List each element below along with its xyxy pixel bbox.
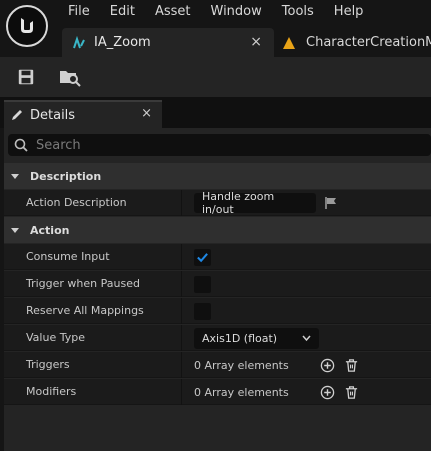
save-icon	[18, 69, 34, 85]
add-element-button[interactable]	[318, 383, 336, 401]
category-action[interactable]: Action	[4, 217, 431, 243]
property-value: 0 Array elements	[194, 352, 360, 378]
menu-window[interactable]: Window	[201, 2, 272, 22]
menu-asset[interactable]: Asset	[145, 2, 201, 22]
main-menu: File Edit Asset Window Tools Help	[58, 2, 373, 22]
chevron-down-icon	[11, 174, 19, 179]
clear-elements-button[interactable]	[342, 383, 360, 401]
input-action-icon	[73, 35, 85, 48]
property-value: Handle zoom in/out	[194, 190, 338, 216]
column-divider[interactable]	[181, 190, 182, 216]
column-divider[interactable]	[181, 271, 182, 297]
consume-input-checkbox[interactable]	[194, 248, 211, 266]
details-panel: Search Description Action Description Ha…	[4, 128, 431, 451]
property-row-modifiers: Modifiers 0 Array elements	[4, 379, 431, 405]
pencil-icon	[12, 110, 22, 120]
unreal-logo[interactable]	[6, 5, 48, 47]
value-type-dropdown[interactable]: Axis1D (float)	[194, 327, 319, 349]
property-value: Axis1D (float)	[194, 325, 319, 351]
category-description[interactable]: Description	[4, 163, 431, 189]
menu-file[interactable]: File	[58, 2, 100, 22]
tab-details[interactable]: Details ×	[4, 100, 162, 128]
property-label: Reserve All Mappings	[26, 304, 144, 317]
unreal-logo-mark	[21, 18, 33, 33]
search-input[interactable]: Search	[8, 134, 431, 156]
category-label: Action	[30, 223, 70, 237]
triggers-count: 0 Array elements	[194, 358, 289, 372]
property-label: Trigger when Paused	[26, 277, 140, 290]
action-description-field[interactable]: Handle zoom in/out	[194, 190, 316, 216]
search-icon	[14, 138, 28, 152]
property-label: Triggers	[26, 358, 70, 371]
reserve-all-mappings-checkbox[interactable]	[194, 302, 211, 320]
property-row-value-type: Value Type Axis1D (float)	[4, 325, 431, 351]
toolbar	[0, 57, 431, 97]
property-label: Action Description	[26, 196, 127, 209]
property-label: Consume Input	[26, 250, 110, 263]
property-row-action-description: Action Description Handle zoom in/out	[4, 190, 431, 216]
localization-flag-icon[interactable]	[324, 196, 338, 210]
tab-ia-zoom[interactable]: IA_Zoom ×	[62, 28, 274, 57]
property-value	[194, 271, 211, 297]
column-divider[interactable]	[181, 352, 182, 378]
menu-edit[interactable]: Edit	[100, 2, 145, 22]
menu-help[interactable]: Help	[324, 2, 374, 22]
chevron-down-icon	[11, 228, 19, 233]
trash-icon	[345, 358, 357, 372]
category-label: Description	[30, 169, 102, 183]
blueprint-warning-icon	[283, 36, 295, 49]
column-divider[interactable]	[181, 379, 182, 405]
plus-circle-icon	[320, 358, 334, 372]
property-value: 0 Array elements	[194, 379, 360, 405]
property-row-consume-input: Consume Input	[4, 244, 431, 270]
tab-character-creation[interactable]: CharacterCreationMa	[282, 28, 431, 57]
property-label: Modifiers	[26, 385, 77, 398]
column-divider[interactable]	[181, 244, 182, 270]
clear-elements-button[interactable]	[342, 356, 360, 374]
dropdown-value: Axis1D (float)	[202, 331, 278, 345]
property-value	[194, 244, 211, 270]
details-tab-label: Details	[30, 107, 76, 123]
tab-label: IA_Zoom	[94, 35, 151, 50]
trigger-when-paused-checkbox[interactable]	[194, 275, 211, 293]
menu-tools[interactable]: Tools	[272, 2, 324, 22]
checkmark-icon	[197, 252, 208, 262]
tab-label: CharacterCreationMa	[306, 35, 431, 50]
property-value	[194, 298, 211, 324]
browse-to-asset-icon	[60, 71, 81, 87]
property-label: Value Type	[26, 331, 85, 344]
property-row-trigger-when-paused: Trigger when Paused	[4, 271, 431, 297]
title-bar: File Edit Asset Window Tools Help IA_Zoo…	[0, 0, 431, 57]
property-row-reserve-all-mappings: Reserve All Mappings	[4, 298, 431, 324]
modifiers-count: 0 Array elements	[194, 385, 289, 399]
close-details-icon[interactable]: ×	[141, 106, 152, 121]
property-row-triggers: Triggers 0 Array elements	[4, 352, 431, 378]
search-placeholder: Search	[36, 137, 81, 153]
add-element-button[interactable]	[318, 356, 336, 374]
column-divider[interactable]	[181, 298, 182, 324]
save-button[interactable]	[14, 66, 38, 88]
close-tab-icon[interactable]: ×	[250, 34, 262, 50]
chevron-down-icon	[302, 335, 311, 341]
column-divider[interactable]	[181, 325, 182, 351]
trash-icon	[345, 385, 357, 399]
browse-to-asset-button[interactable]	[58, 66, 82, 88]
plus-circle-icon	[320, 385, 334, 399]
